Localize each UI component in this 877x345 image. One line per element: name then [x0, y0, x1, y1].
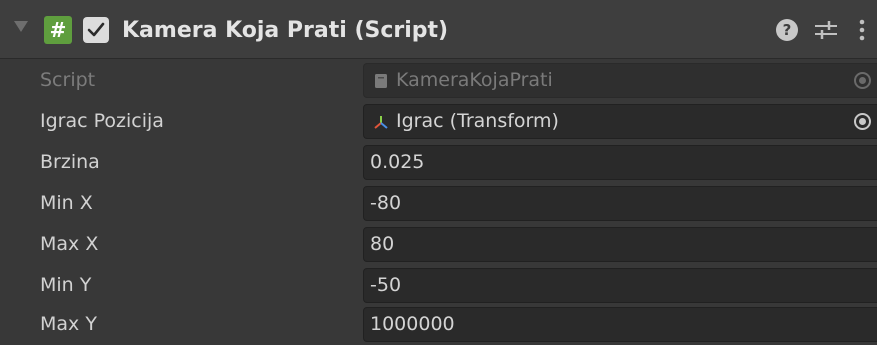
transform-icon — [374, 116, 388, 129]
igrac-pozicija-object-field[interactable]: Igrac (Transform) — [363, 104, 877, 139]
kebab-menu-icon[interactable] — [855, 18, 869, 42]
object-picker-icon[interactable] — [854, 113, 871, 130]
property-row-max-x: Max X 80 — [0, 224, 877, 265]
component-enabled-checkbox[interactable] — [83, 17, 109, 43]
property-row-max-y: Max Y 1000000 — [0, 304, 877, 345]
max-x-float-field[interactable]: 80 — [363, 227, 877, 262]
min-x-float-field[interactable]: -80 — [363, 186, 877, 221]
field-value: 1000000 — [370, 313, 455, 335]
property-label[interactable]: Max Y — [40, 304, 97, 345]
component-header[interactable]: # Kamera Koja Prati (Script) ? — [0, 0, 877, 59]
property-row-min-y: Min Y -50 — [0, 265, 877, 306]
field-value: 0.025 — [370, 151, 425, 173]
property-row-script: Script KameraKojaPrati — [0, 60, 877, 101]
component-title[interactable]: Kamera Koja Prati (Script) — [122, 16, 448, 46]
property-label[interactable]: Min Y — [40, 265, 91, 306]
object-picker-icon — [854, 72, 871, 89]
help-icon[interactable]: ? — [776, 19, 798, 41]
field-value: -80 — [370, 192, 402, 214]
property-row-min-x: Min X -80 — [0, 183, 877, 224]
presets-sliders-icon[interactable] — [813, 18, 839, 42]
property-label[interactable]: Max X — [40, 224, 98, 265]
property-label: Script — [40, 69, 96, 91]
checkmark-icon — [87, 22, 105, 37]
foldout-arrow-icon[interactable] — [14, 21, 28, 32]
min-y-float-field[interactable]: -50 — [363, 268, 877, 303]
script-object-field: KameraKojaPrati — [363, 63, 877, 98]
field-value: 80 — [370, 233, 395, 255]
brzina-float-field[interactable]: 0.025 — [363, 145, 877, 180]
field-value: Igrac (Transform) — [396, 110, 559, 132]
property-label[interactable]: Min X — [40, 183, 93, 224]
property-row-brzina: Brzina 0.025 — [0, 142, 877, 183]
field-value: KameraKojaPrati — [396, 69, 553, 91]
property-label: Igrac Pozicija — [40, 110, 164, 132]
cs-script-icon: # — [44, 16, 72, 44]
property-label[interactable]: Brzina — [40, 142, 100, 183]
field-value: -50 — [370, 274, 402, 296]
script-asset-icon — [375, 74, 387, 88]
max-y-float-field[interactable]: 1000000 — [363, 307, 877, 342]
property-row-igrac-pozicija: Igrac Pozicija Igrac (Transform) — [0, 101, 877, 142]
